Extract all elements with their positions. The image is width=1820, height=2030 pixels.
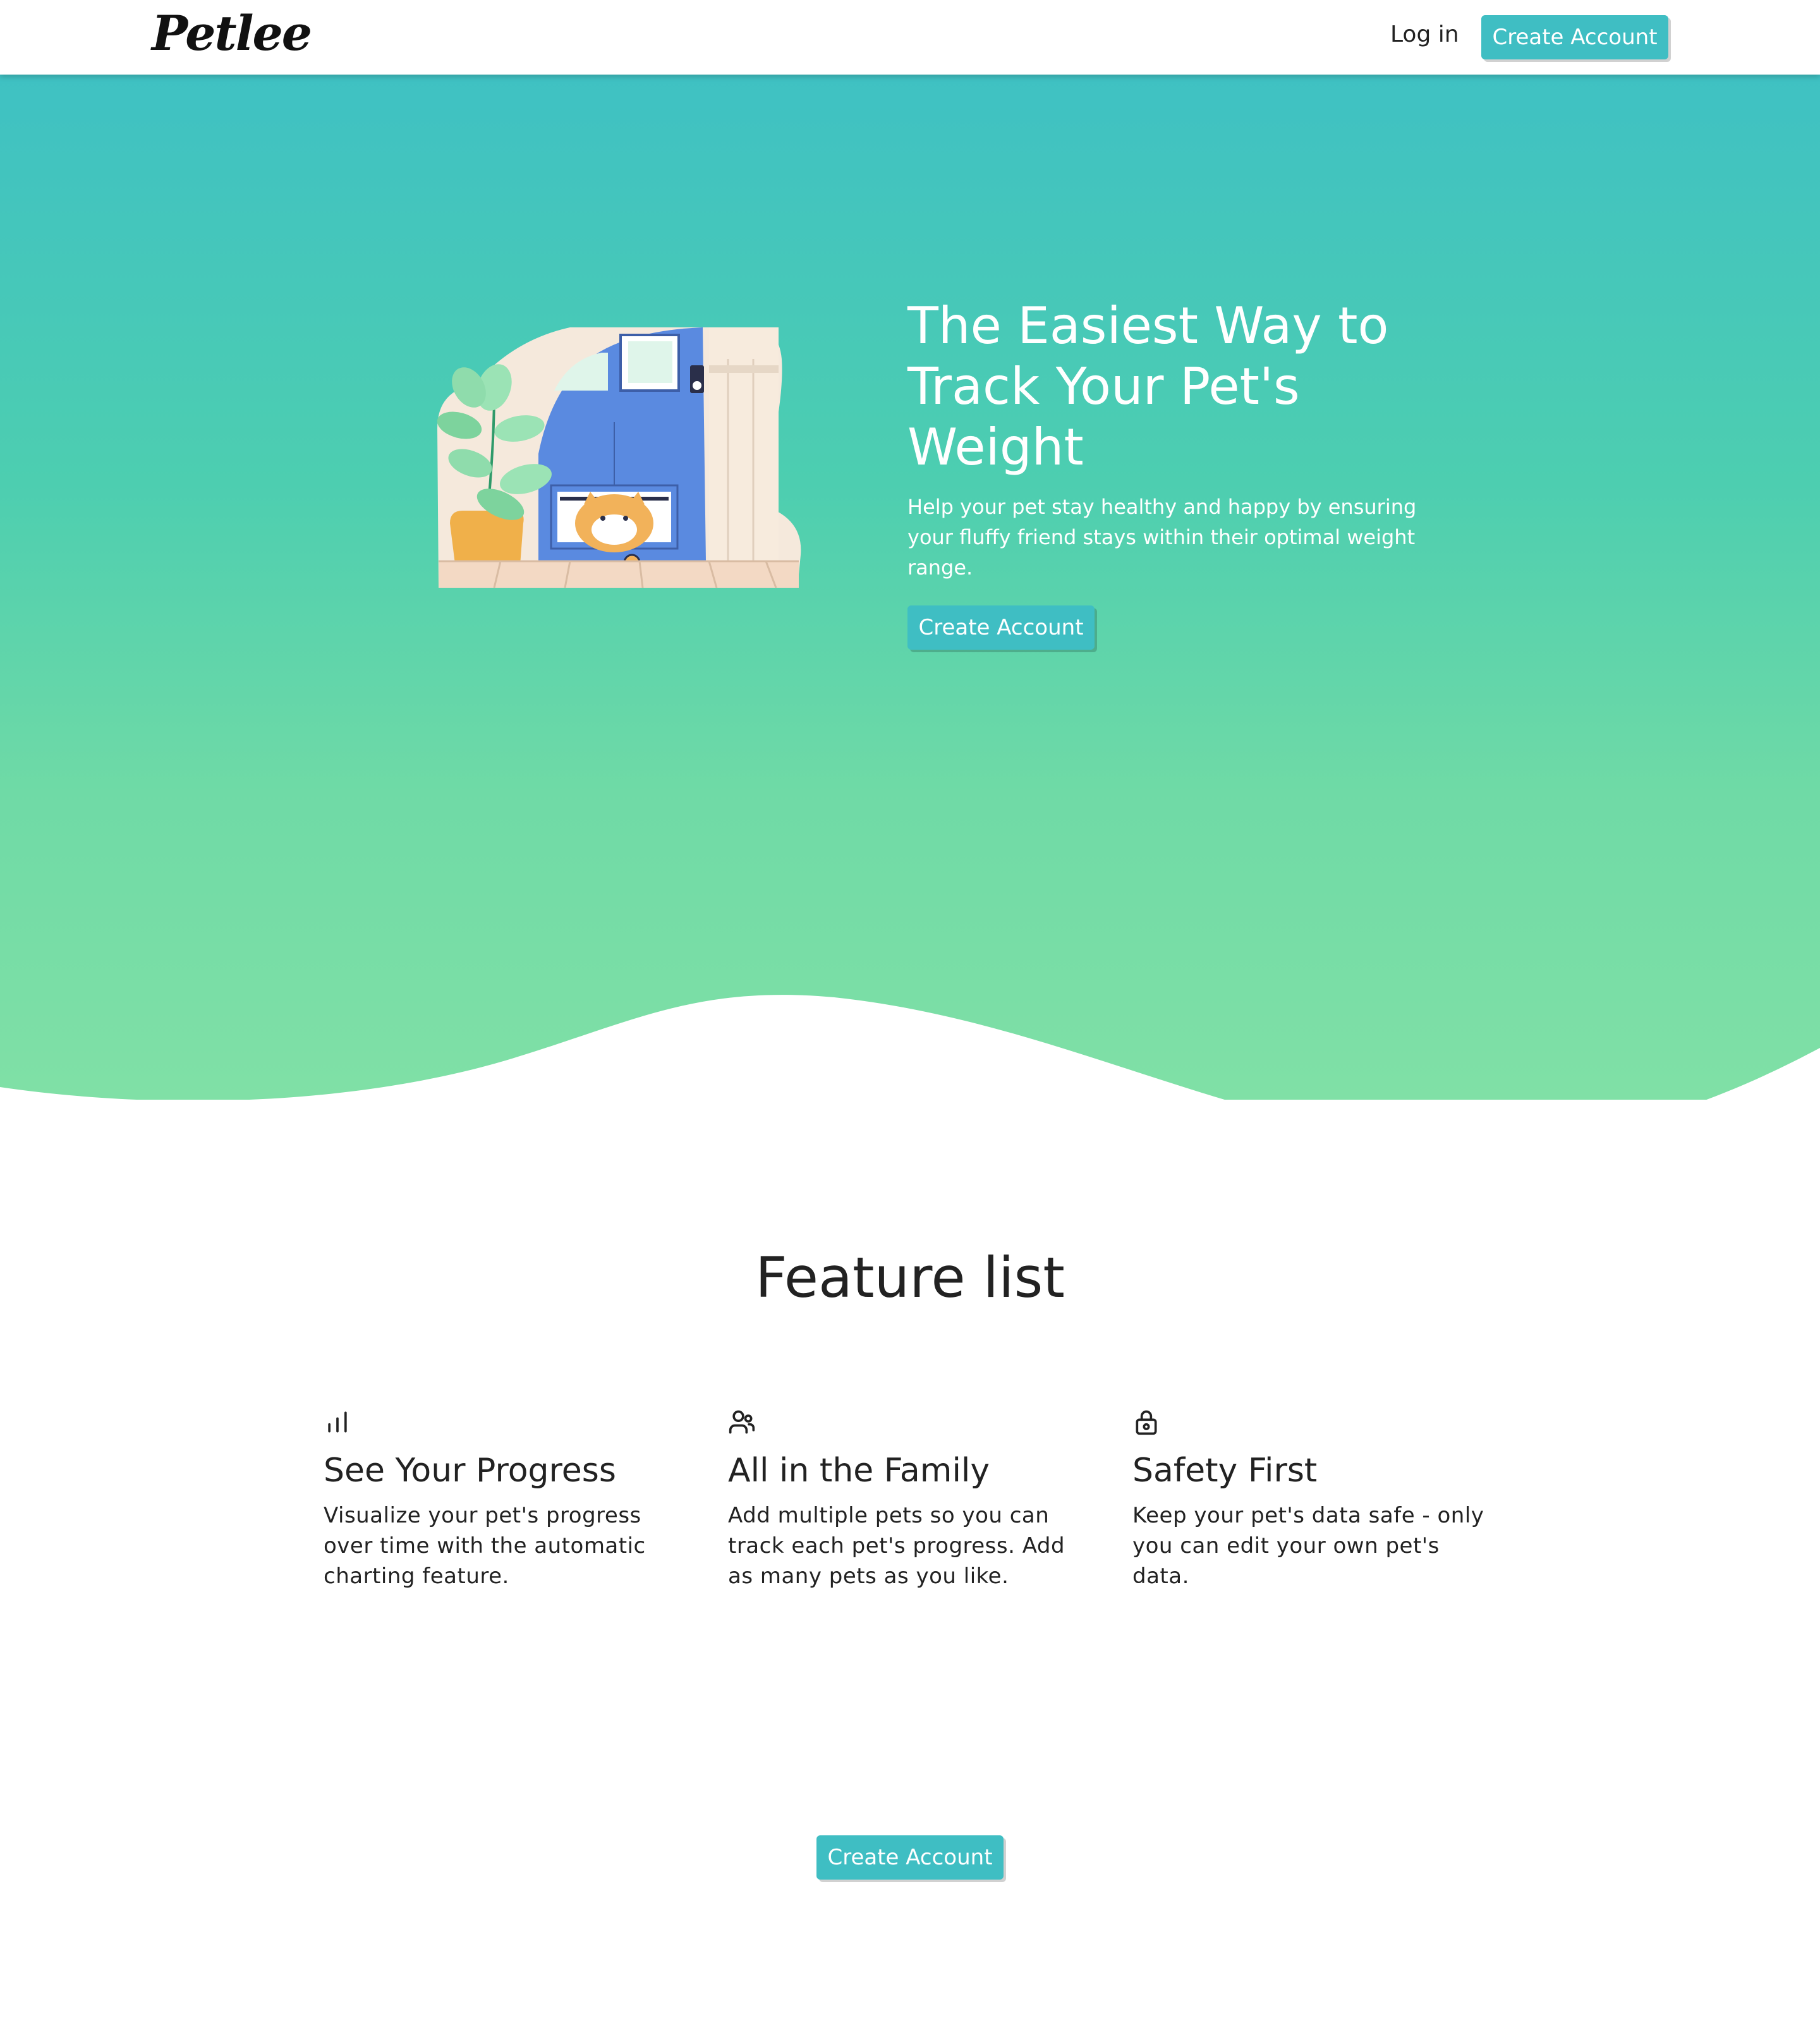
hero-wave-divider bbox=[0, 995, 1820, 1187]
login-link[interactable]: Log in bbox=[1390, 21, 1459, 47]
navbar: Petlee Log in Create Account bbox=[0, 0, 1820, 75]
users-icon bbox=[729, 1410, 755, 1434]
feature-text: Visualize your pet's progress over time … bbox=[324, 1503, 646, 1589]
features-title: Feature list bbox=[755, 1245, 1065, 1310]
nav-create-account-button[interactable]: Create Account bbox=[1481, 15, 1668, 59]
hero-title: The Easiest Way to Track Your Pet's Weig… bbox=[907, 296, 1389, 477]
cat-in-pet-door-illustration bbox=[437, 327, 801, 588]
feature-title: All in the Family bbox=[728, 1452, 990, 1490]
hero-subtitle: Help your pet stay healthy and happy by … bbox=[907, 495, 1417, 580]
feature-progress: See Your Progress Visualize your pet's p… bbox=[324, 1408, 690, 1591]
feature-safety: Safety First Keep your pet's data safe -… bbox=[1132, 1408, 1499, 1591]
hero-create-account-button[interactable]: Create Account bbox=[907, 605, 1095, 650]
bottom-create-account-button[interactable]: Create Account bbox=[816, 1835, 1004, 1880]
bar-chart-icon bbox=[328, 1411, 347, 1433]
feature-title: Safety First bbox=[1132, 1452, 1318, 1490]
lock-icon bbox=[1136, 1410, 1157, 1435]
feature-text: Add multiple pets so you can track each … bbox=[728, 1503, 1065, 1589]
hero-section: The Easiest Way to Track Your Pet's Weig… bbox=[0, 75, 1820, 1187]
feature-title: See Your Progress bbox=[324, 1452, 616, 1490]
feature-text: Keep your pet's data safe - only you can… bbox=[1132, 1503, 1484, 1589]
logo[interactable]: Petlee bbox=[152, 5, 312, 61]
feature-family: All in the Family Add multiple pets so y… bbox=[728, 1408, 1095, 1591]
